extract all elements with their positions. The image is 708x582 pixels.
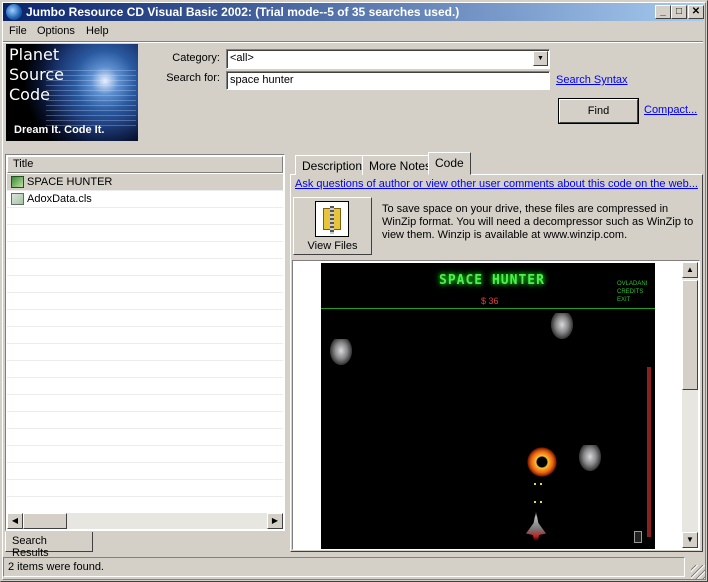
view-files-label: View Files	[307, 240, 358, 252]
result-row[interactable]: AdoxData.cls	[7, 191, 283, 208]
game-energy-bar	[647, 367, 651, 537]
scroll-right-icon[interactable]: ▶	[267, 513, 283, 529]
class-file-icon	[11, 193, 24, 205]
game-title-logo: SPACE HUNTER	[439, 273, 545, 288]
empty-row	[7, 361, 283, 378]
game-menu-item: CREDITS	[617, 289, 644, 295]
scroll-up-icon[interactable]: ▲	[682, 262, 698, 278]
find-button[interactable]: Find	[559, 99, 638, 123]
category-label: Category:	[172, 52, 220, 64]
screenshot-preview: SPACE HUNTER $ 36 OVLADANI CREDITS EXIT …	[292, 260, 700, 550]
empty-row	[7, 259, 283, 276]
logo-line-3: Code	[9, 85, 50, 104]
game-menu-item: OVLADANI	[617, 281, 648, 287]
empty-row	[7, 344, 283, 361]
chevron-down-icon[interactable]: ▼	[533, 51, 548, 66]
scroll-thumb[interactable]	[682, 280, 698, 390]
explosion-sprite	[527, 447, 557, 477]
menu-bar: File Options Help	[3, 22, 703, 41]
planet-source-code-logo: Planet Source Code Dream It. Code It.	[6, 44, 138, 141]
empty-row	[7, 327, 283, 344]
empty-row	[7, 446, 283, 463]
empty-row	[7, 497, 283, 514]
enemy-ship	[573, 445, 607, 471]
laser-shot	[534, 501, 536, 503]
resize-grip-icon[interactable]	[691, 565, 705, 579]
zip-archive-icon	[315, 201, 349, 237]
empty-row	[7, 412, 283, 429]
logo-line-1: Planet	[9, 45, 60, 64]
result-label: AdoxData.cls	[27, 193, 92, 205]
vertical-scrollbar[interactable]: ▲ ▼	[682, 262, 698, 548]
enemy-ship	[545, 313, 579, 339]
app-globe-icon	[6, 4, 22, 20]
compact-link[interactable]: Compact...	[644, 104, 697, 116]
empty-row	[7, 242, 283, 259]
empty-row	[7, 429, 283, 446]
logo-line-2: Source	[9, 65, 64, 84]
game-menu-item: EXIT	[617, 297, 631, 303]
results-list[interactable]: Title SPACE HUNTER AdoxData.cls ◀ ▶	[5, 154, 285, 531]
menu-file[interactable]: File	[9, 25, 27, 37]
winzip-description: To save space on your drive, these files…	[382, 203, 694, 241]
category-dropdown[interactable]: <all> ▼	[226, 49, 550, 69]
result-label: SPACE HUNTER	[27, 176, 113, 188]
status-bar: 2 items were found.	[3, 557, 685, 577]
scroll-left-icon[interactable]: ◀	[7, 513, 23, 529]
horizontal-scrollbar[interactable]: ◀ ▶	[7, 513, 283, 529]
empty-row	[7, 225, 283, 242]
scroll-thumb[interactable]	[23, 513, 67, 529]
category-value: <all>	[230, 52, 254, 64]
tab-description[interactable]: Description	[295, 155, 370, 175]
ask-questions-link[interactable]: Ask questions of author or view other us…	[295, 178, 698, 190]
empty-row	[7, 293, 283, 310]
search-label: Search for:	[166, 72, 220, 84]
logo-tagline: Dream It. Code It.	[14, 124, 105, 136]
empty-row	[7, 463, 283, 480]
laser-shot	[540, 483, 542, 485]
game-screenshot: SPACE HUNTER $ 36 OVLADANI CREDITS EXIT	[321, 263, 655, 549]
vb-project-icon	[11, 176, 24, 188]
result-row[interactable]: SPACE HUNTER	[7, 174, 283, 191]
tab-search-results[interactable]: Search Results	[5, 532, 93, 559]
game-hud-line	[321, 308, 655, 309]
empty-row	[7, 276, 283, 293]
close-button[interactable]: ✕	[688, 5, 704, 19]
title-bar[interactable]: Jumbo Resource CD Visual Basic 2002: (Tr…	[3, 3, 704, 21]
column-header-title[interactable]: Title	[7, 156, 283, 173]
empty-row	[7, 480, 283, 497]
window-title: Jumbo Resource CD Visual Basic 2002: (Tr…	[26, 5, 460, 19]
enemy-ship	[324, 339, 358, 365]
laser-shot	[534, 483, 536, 485]
menu-help[interactable]: Help	[86, 25, 109, 37]
view-files-button[interactable]: View Files	[293, 197, 372, 255]
search-input[interactable]: space hunter	[226, 71, 550, 90]
minimize-button[interactable]: _	[655, 5, 671, 19]
player-ship	[526, 511, 546, 541]
empty-row	[7, 378, 283, 395]
scroll-down-icon[interactable]: ▼	[682, 532, 698, 548]
laser-shot	[540, 501, 542, 503]
tab-code[interactable]: Code	[428, 152, 471, 175]
search-syntax-link[interactable]: Search Syntax	[556, 74, 628, 86]
menu-separator	[3, 41, 703, 43]
game-money: $ 36	[481, 296, 499, 306]
zipper-shape	[330, 206, 334, 234]
empty-row	[7, 310, 283, 327]
game-item-icon	[634, 531, 642, 543]
menu-options[interactable]: Options	[37, 25, 75, 37]
maximize-button[interactable]: □	[671, 5, 687, 19]
empty-row	[7, 208, 283, 225]
empty-row	[7, 395, 283, 412]
tab-more-notes[interactable]: More Notes	[362, 155, 439, 175]
